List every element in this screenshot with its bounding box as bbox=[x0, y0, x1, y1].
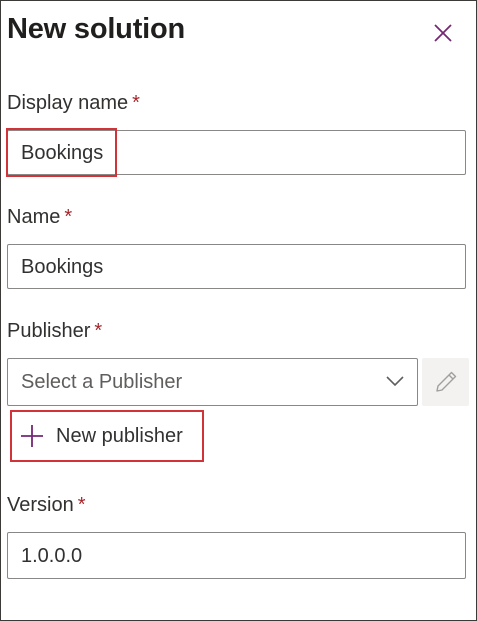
name-label-text: Name bbox=[7, 206, 61, 228]
version-label-text: Version bbox=[7, 494, 74, 516]
required-marker: * bbox=[64, 206, 73, 228]
close-icon bbox=[434, 24, 452, 42]
required-marker: * bbox=[77, 494, 86, 516]
edit-publisher-button[interactable] bbox=[422, 358, 469, 406]
close-button[interactable] bbox=[429, 19, 459, 49]
display-name-label-text: Display name bbox=[7, 92, 129, 114]
pencil-icon bbox=[436, 371, 457, 392]
required-marker: * bbox=[132, 92, 140, 114]
required-marker: * bbox=[94, 320, 103, 342]
publisher-dropdown[interactable]: Select a Publisher bbox=[7, 358, 418, 406]
version-value: 1.0.0.0 bbox=[21, 545, 83, 567]
name-value: Bookings bbox=[21, 256, 104, 278]
new-publisher-highlight bbox=[10, 410, 204, 462]
publisher-label: Publisher * bbox=[7, 320, 102, 343]
name-label: Name * bbox=[7, 206, 72, 229]
chevron-down-icon bbox=[386, 376, 404, 387]
publisher-placeholder: Select a Publisher bbox=[21, 371, 183, 393]
version-label: Version * bbox=[7, 494, 86, 517]
new-solution-panel: New solution Display name * Bookings Name… bbox=[0, 0, 477, 621]
publisher-label-text: Publisher bbox=[7, 320, 91, 342]
display-name-label: Display name * bbox=[7, 92, 140, 115]
display-name-highlight bbox=[6, 128, 117, 177]
name-field[interactable]: Bookings bbox=[7, 244, 466, 289]
version-field[interactable]: 1.0.0.0 bbox=[7, 532, 466, 579]
panel-title: New solution bbox=[7, 13, 186, 45]
